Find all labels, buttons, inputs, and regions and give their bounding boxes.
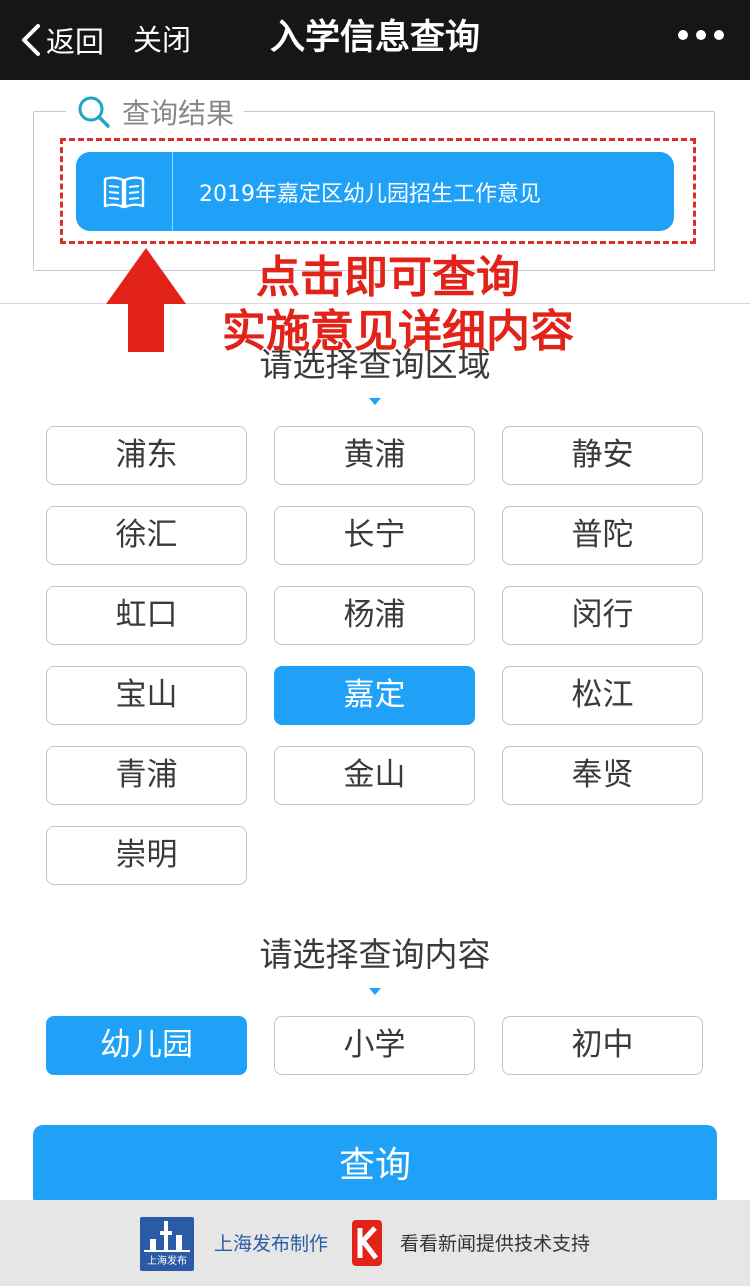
annotation-line-2: 实施意见详细内容 [222, 306, 574, 357]
query-button[interactable]: 查询 [33, 1125, 717, 1207]
back-button[interactable]: 返回 [20, 18, 104, 62]
result-item-button[interactable]: 2019年嘉定区幼儿园招生工作意见 [76, 152, 674, 231]
region-option-hongkou[interactable]: 虹口 [46, 586, 247, 645]
content-option-primary[interactable]: 小学 [274, 1016, 475, 1075]
region-option-minhang[interactable]: 闵行 [502, 586, 703, 645]
region-option-chongming[interactable]: 崇明 [46, 826, 247, 885]
region-option-songjiang[interactable]: 松江 [502, 666, 703, 725]
result-item-label: 2019年嘉定区幼儿园招生工作意见 [199, 181, 541, 207]
region-option-baoshan[interactable]: 宝山 [46, 666, 247, 725]
book-icon [76, 152, 173, 231]
content-option-middle[interactable]: 初中 [502, 1016, 703, 1075]
region-option-qingpu[interactable]: 青浦 [46, 746, 247, 805]
region-option-fengxian[interactable]: 奉贤 [502, 746, 703, 805]
caret-down-icon [369, 398, 381, 405]
region-option-changning[interactable]: 长宁 [274, 506, 475, 565]
footer-support: 看看新闻提供技术支持 [400, 1233, 591, 1255]
result-legend-label: 查询结果 [122, 97, 235, 130]
region-option-pudong[interactable]: 浦东 [46, 426, 247, 485]
content-option-kindergarten[interactable]: 幼儿园 [46, 1016, 247, 1075]
page-title: 入学信息查询 [269, 18, 480, 58]
search-icon [78, 96, 110, 128]
region-option-xuhui[interactable]: 徐汇 [46, 506, 247, 565]
logo-text: 上海发布 [147, 1256, 187, 1267]
top-nav-bar: 返回 关闭 入学信息查询 [0, 0, 750, 80]
footer-made-by: 上海发布制作 [214, 1233, 329, 1255]
chevron-left-icon [22, 24, 40, 56]
annotation-line-1: 点击即可查询 [256, 252, 520, 303]
back-label: 返回 [46, 25, 105, 59]
up-arrow-icon [106, 248, 186, 352]
close-button[interactable]: 关闭 [133, 18, 191, 62]
footer: 上海发布 上海发布制作 看看新闻提供技术支持 [0, 1200, 750, 1286]
region-option-jiading[interactable]: 嘉定 [274, 666, 475, 725]
shanghai-fabu-logo: 上海发布 [140, 1217, 194, 1271]
region-option-yangpu[interactable]: 杨浦 [274, 586, 475, 645]
content-section-title: 请选择查询内容 [259, 935, 491, 974]
region-option-jingan[interactable]: 静安 [502, 426, 703, 485]
more-options-icon[interactable] [678, 30, 724, 40]
kankan-news-logo-icon [352, 1220, 382, 1266]
region-option-putuo[interactable]: 普陀 [502, 506, 703, 565]
result-legend: 查询结果 [66, 92, 245, 132]
region-option-huangpu[interactable]: 黄浦 [274, 426, 475, 485]
caret-down-icon [369, 988, 381, 995]
region-option-jinshan[interactable]: 金山 [274, 746, 475, 805]
